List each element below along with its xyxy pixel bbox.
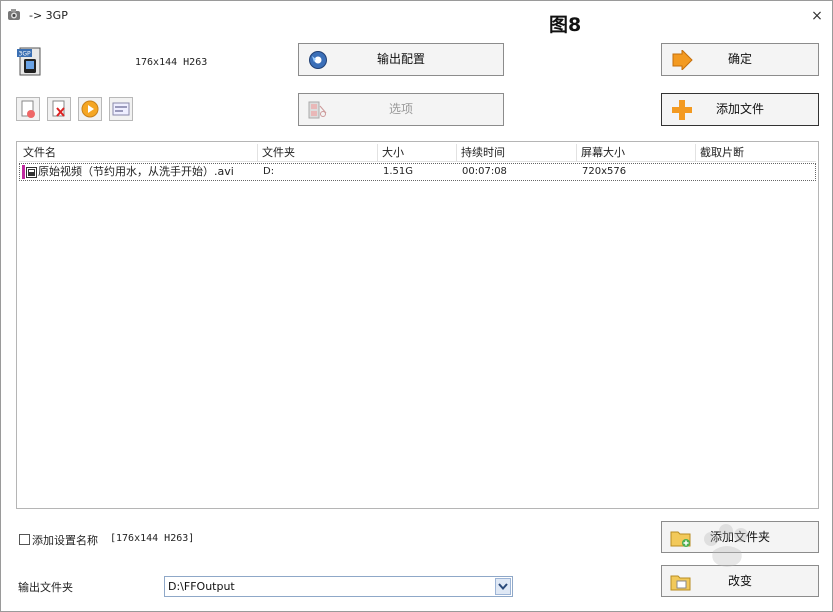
output-config-button[interactable]: 输出配置 <box>298 43 504 76</box>
file-list[interactable]: 文件名 文件夹 大小 持续时间 屏幕大小 截取片断 原始视频（节约用水，从洗手开… <box>16 141 819 509</box>
app-logo-icon <box>8 9 20 20</box>
row-marker <box>22 165 25 179</box>
output-folder-select[interactable]: D:\FFOutput <box>164 576 513 597</box>
dropdown-arrow[interactable] <box>495 578 511 595</box>
profile-label: 176x144 H263 <box>135 57 208 68</box>
add-setting-name-checkbox[interactable] <box>19 534 30 545</box>
column-header-filename[interactable]: 文件名 <box>19 144 258 162</box>
play-icon <box>81 100 99 118</box>
remove-file-icon <box>21 100 35 118</box>
column-header-duration[interactable]: 持续时间 <box>457 144 577 162</box>
cell-size: 1.51G <box>383 166 414 177</box>
delete-file-button[interactable] <box>47 97 71 121</box>
app-window: -> 3GP 图8 × 3GP 176x144 H263 输出配置 选项 确定 … <box>0 0 833 612</box>
cell-clip <box>697 164 815 180</box>
change-button[interactable]: 改变 <box>661 565 819 597</box>
svg-text:3GP: 3GP <box>19 51 31 58</box>
cell-screen-size: 720x576 <box>582 166 627 177</box>
info-icon <box>112 102 130 116</box>
3gp-file-icon: 3GP <box>17 47 41 76</box>
info-button[interactable] <box>109 97 133 121</box>
chevron-down-icon <box>498 583 508 591</box>
setting-profile-suffix: [176x144 H263] <box>110 533 195 544</box>
title-bar: -> 3GP 图8 × <box>1 1 832 36</box>
options-label: 选项 <box>388 102 413 116</box>
figure-label: 图8 <box>549 14 582 36</box>
column-header-folder[interactable]: 文件夹 <box>258 144 378 162</box>
column-header-clip[interactable]: 截取片断 <box>696 144 816 162</box>
confirm-button[interactable]: 确定 <box>661 43 819 76</box>
add-folder-label: 添加文件夹 <box>709 530 770 544</box>
close-button[interactable]: × <box>807 7 827 25</box>
cell-duration: 00:07:08 <box>462 166 507 177</box>
confirm-label: 确定 <box>727 52 752 66</box>
add-setting-name-label[interactable]: 添加设置名称 <box>32 532 98 548</box>
play-button[interactable] <box>78 97 102 121</box>
delete-file-icon <box>52 100 65 117</box>
add-file-label: 添加文件 <box>715 102 764 116</box>
add-folder-button[interactable]: 添加文件夹 <box>661 521 819 553</box>
cell-filename: 原始视频（节约用水，从洗手开始）.avi <box>38 165 234 178</box>
column-header-size[interactable]: 大小 <box>378 144 457 162</box>
change-label: 改变 <box>727 574 752 588</box>
window-title: -> 3GP <box>29 9 68 22</box>
output-config-label: 输出配置 <box>376 52 425 66</box>
list-header: 文件名 文件夹 大小 持续时间 屏幕大小 截取片断 <box>19 144 816 162</box>
table-row[interactable]: 原始视频（节约用水，从洗手开始）.avi D: 1.51G 00:07:08 7… <box>19 163 816 181</box>
column-header-screen-size[interactable]: 屏幕大小 <box>577 144 696 162</box>
options-button[interactable]: 选项 <box>298 93 504 126</box>
output-folder-label: 输出文件夹 <box>18 581 73 594</box>
remove-file-button[interactable] <box>16 97 40 121</box>
cell-folder: D: <box>263 166 275 177</box>
add-file-button[interactable]: 添加文件 <box>661 93 819 126</box>
output-folder-value: D:\FFOutput <box>168 580 235 593</box>
